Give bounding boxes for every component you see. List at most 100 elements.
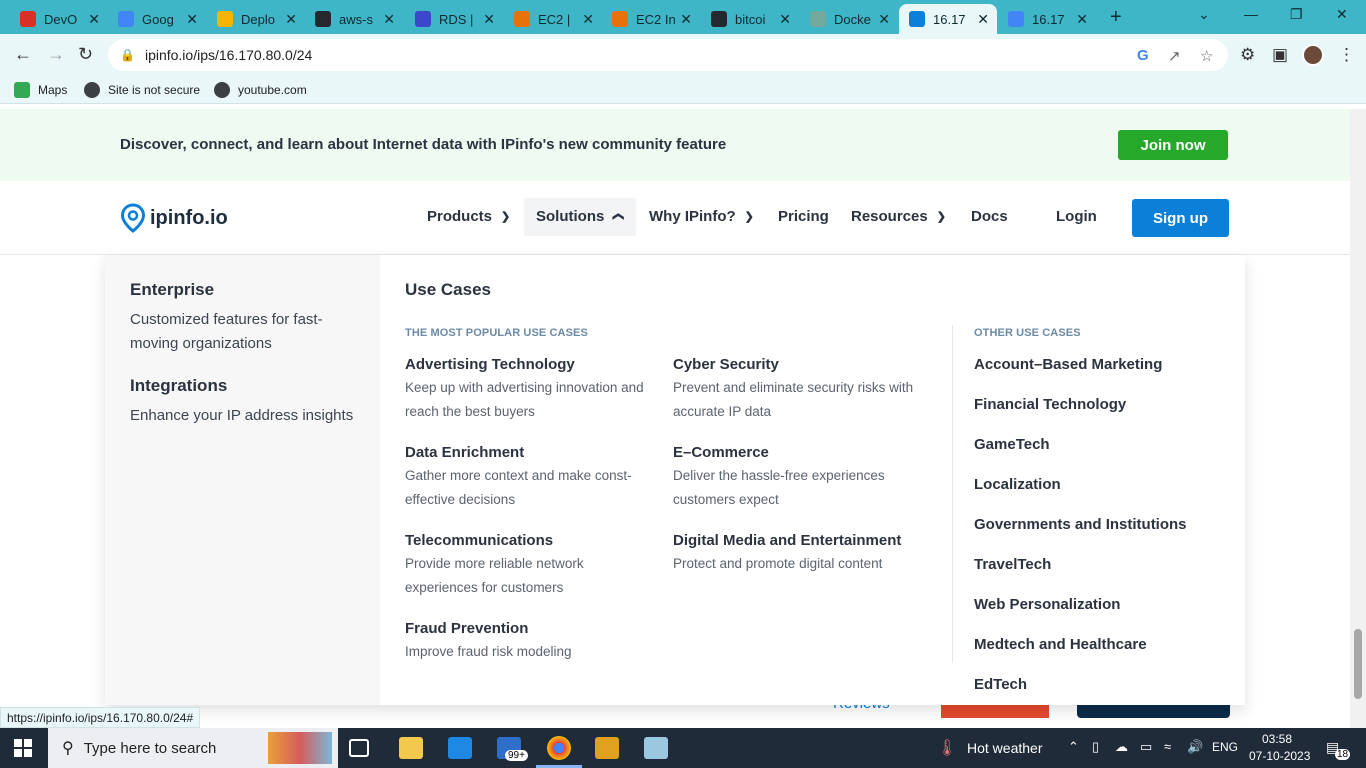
- browser-tab[interactable]: RDS | ✕: [405, 4, 503, 34]
- tab-title: RDS |: [439, 11, 474, 27]
- browser-tab[interactable]: Goog ✕: [108, 4, 206, 34]
- browser-tab[interactable]: Docke ✕: [800, 4, 898, 34]
- close-tab-icon[interactable]: ✕: [977, 11, 989, 28]
- weather-text[interactable]: Hot weather: [967, 740, 1042, 756]
- device-icon[interactable]: ▯: [1092, 739, 1099, 755]
- enterprise-link[interactable]: Enterprise: [130, 280, 214, 300]
- join-now-button[interactable]: Join now: [1118, 130, 1228, 160]
- chevron-up-icon[interactable]: ⌃: [1068, 739, 1079, 755]
- solutions-mega-menu: Enterprise Customized features for fast-…: [105, 255, 1245, 705]
- reload-icon[interactable]: ↻: [78, 44, 93, 65]
- use-case-ecommerce[interactable]: E–Commerce Deliver the hassle-free exper…: [673, 443, 918, 512]
- integrations-link[interactable]: Integrations: [130, 376, 227, 396]
- close-tab-icon[interactable]: ✕: [186, 11, 198, 28]
- close-tab-icon[interactable]: ✕: [383, 11, 395, 28]
- nav-pricing[interactable]: Pricing: [778, 208, 829, 225]
- nav-resources[interactable]: Resources ❯: [851, 208, 946, 225]
- sign-up-button[interactable]: Sign up: [1132, 199, 1229, 237]
- use-case-fraud-prevention[interactable]: Fraud Prevention Improve fraud risk mode…: [405, 619, 650, 664]
- thermometer-icon[interactable]: 🌡: [937, 738, 957, 758]
- browser-tab[interactable]: Deplo ✕: [207, 4, 305, 34]
- other-use-case-link[interactable]: Governments and Institutions: [974, 516, 1187, 533]
- restore-icon[interactable]: ❐: [1290, 6, 1303, 23]
- scrollbar-thumb[interactable]: [1354, 629, 1362, 699]
- close-tab-icon[interactable]: ✕: [582, 11, 594, 28]
- nav-products[interactable]: Products ❯: [427, 208, 510, 225]
- other-use-case-link[interactable]: Financial Technology: [974, 396, 1126, 413]
- volume-icon[interactable]: 🔊: [1187, 739, 1203, 755]
- new-tab-icon[interactable]: +: [1110, 6, 1122, 29]
- close-tab-icon[interactable]: ✕: [1076, 11, 1088, 28]
- bookmark-star-icon[interactable]: ☆: [1200, 47, 1213, 65]
- close-tab-icon[interactable]: ✕: [285, 11, 297, 28]
- close-window-icon[interactable]: ✕: [1336, 6, 1348, 23]
- site-logo[interactable]: ipinfo.io: [120, 203, 228, 233]
- clock-time[interactable]: 03:58: [1262, 732, 1292, 746]
- task-view-icon[interactable]: [349, 739, 369, 757]
- store-icon[interactable]: [448, 737, 472, 759]
- use-case-advertising[interactable]: Advertising Technology Keep up with adve…: [405, 355, 650, 424]
- minimize-icon[interactable]: —: [1244, 6, 1258, 22]
- other-use-case-link[interactable]: Medtech and Healthcare: [974, 636, 1147, 653]
- nav-solutions[interactable]: Solutions ❯: [536, 208, 624, 225]
- cloud-icon[interactable]: ☁: [1115, 739, 1128, 755]
- browser-tab[interactable]: bitcoi ✕: [701, 4, 799, 34]
- browser-tab[interactable]: aws-s ✕: [305, 4, 403, 34]
- browser-tab[interactable]: EC2 In ✕: [602, 4, 700, 34]
- side-panel-icon[interactable]: ▣: [1272, 45, 1288, 65]
- tab-search-icon[interactable]: ⌄: [1198, 6, 1210, 23]
- address-bar[interactable]: 🔒 ipinfo.io/ips/16.170.80.0/24: [108, 39, 1228, 71]
- bookmark-maps[interactable]: Maps: [14, 82, 67, 98]
- chrome-icon[interactable]: [547, 736, 571, 760]
- browser-tab[interactable]: DevO ✕: [10, 4, 108, 34]
- other-use-case-link[interactable]: Localization: [974, 476, 1061, 493]
- taskbar-search[interactable]: ⚲ Type here to search: [48, 728, 338, 768]
- close-tab-icon[interactable]: ✕: [88, 11, 100, 28]
- other-use-case-link[interactable]: Web Personalization: [974, 596, 1120, 613]
- nav-docs[interactable]: Docs: [971, 208, 1008, 225]
- file-explorer-icon[interactable]: [399, 737, 423, 759]
- windows-start-icon[interactable]: [14, 739, 32, 757]
- lock-icon[interactable]: 🔒: [120, 48, 135, 62]
- close-tab-icon[interactable]: ✕: [483, 11, 495, 28]
- wifi-icon[interactable]: ≈: [1164, 739, 1171, 754]
- other-use-case-link[interactable]: TravelTech: [974, 556, 1051, 573]
- profile-avatar[interactable]: [1302, 44, 1324, 66]
- menu-icon[interactable]: ⋮: [1338, 45, 1355, 65]
- use-case-desc: Improve fraud risk modeling: [405, 644, 572, 659]
- page-scrollbar[interactable]: [1350, 109, 1366, 728]
- use-case-digital-media[interactable]: Digital Media and Entertainment Protect …: [673, 531, 933, 576]
- forward-icon[interactable]: →: [47, 44, 65, 65]
- battery-icon[interactable]: ▭: [1140, 739, 1152, 755]
- rds-icon: [415, 11, 431, 27]
- app-icon[interactable]: [595, 737, 619, 759]
- bookmark-youtube[interactable]: youtube.com: [214, 82, 307, 98]
- other-use-case-link[interactable]: Account–Based Marketing: [974, 356, 1162, 373]
- app-icon[interactable]: [644, 737, 668, 759]
- nav-login[interactable]: Login: [1056, 208, 1097, 225]
- use-case-cyber-security[interactable]: Cyber Security Prevent and eliminate sec…: [673, 355, 918, 424]
- back-icon[interactable]: ←: [14, 44, 32, 65]
- close-tab-icon[interactable]: ✕: [779, 11, 791, 28]
- other-use-case-link[interactable]: EdTech: [974, 676, 1027, 693]
- use-case-title: E–Commerce: [673, 444, 769, 461]
- close-tab-icon[interactable]: ✕: [680, 11, 692, 28]
- browser-tab[interactable]: 16.17 ✕: [998, 4, 1096, 34]
- use-case-desc: Provide more reliable network experience…: [405, 556, 584, 595]
- tab-title: 16.17: [1032, 11, 1065, 27]
- nav-why-ipinfo[interactable]: Why IPinfo? ❯: [649, 208, 754, 225]
- google-lens-icon[interactable]: G: [1137, 47, 1149, 64]
- browser-tab[interactable]: EC2 | ✕: [504, 4, 602, 34]
- use-case-data-enrichment[interactable]: Data Enrichment Gather more context and …: [405, 443, 650, 512]
- close-tab-icon[interactable]: ✕: [878, 11, 890, 28]
- extensions-icon[interactable]: ⚙: [1240, 45, 1255, 65]
- bookmark-site-not-secure[interactable]: Site is not secure: [84, 82, 200, 98]
- maps-icon: [14, 82, 30, 98]
- other-use-case-link[interactable]: GameTech: [974, 436, 1050, 453]
- clock-date[interactable]: 07-10-2023: [1249, 749, 1310, 763]
- tab-title: DevO: [44, 11, 78, 27]
- language-indicator[interactable]: ENG: [1212, 740, 1238, 754]
- browser-tab[interactable]: 16.17 ✕: [899, 4, 997, 34]
- use-case-telecommunications[interactable]: Telecommunications Provide more reliable…: [405, 531, 650, 600]
- share-icon[interactable]: ↗: [1168, 47, 1181, 65]
